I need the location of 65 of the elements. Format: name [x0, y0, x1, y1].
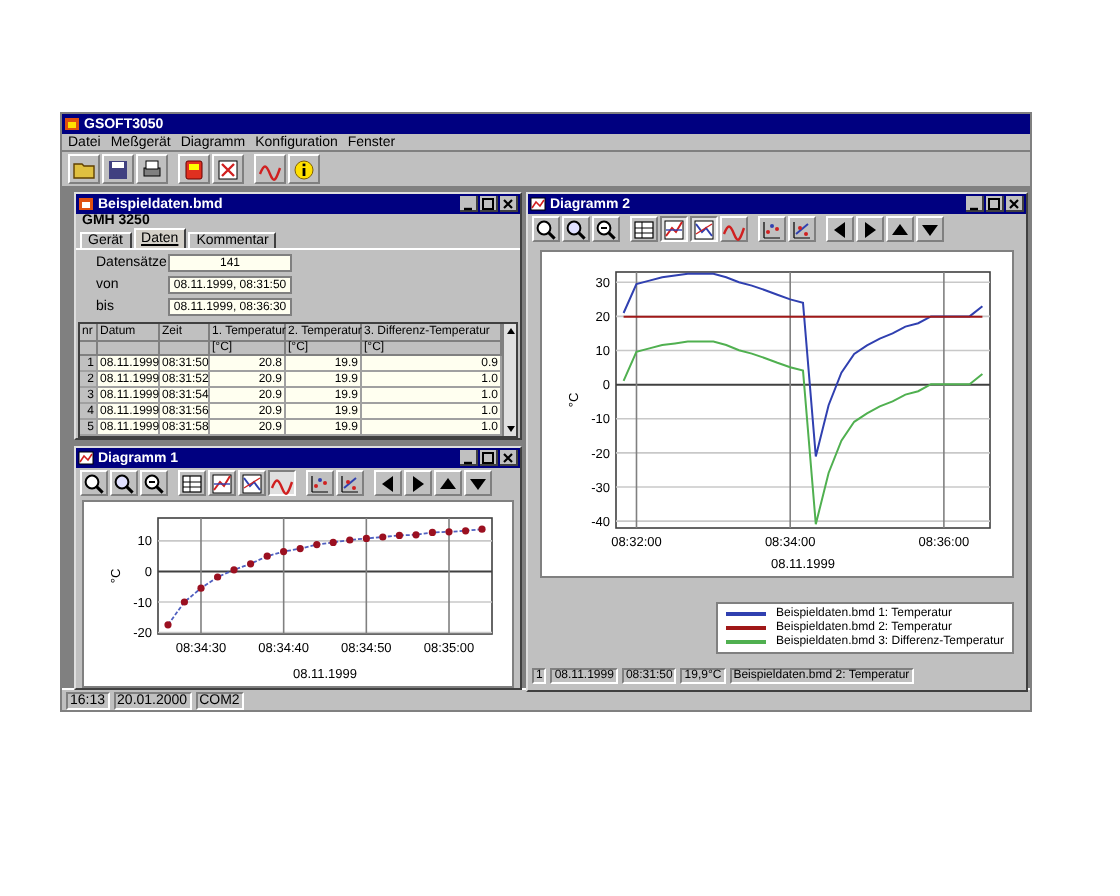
- data-point: [279, 548, 287, 556]
- chart-icon: [210, 471, 234, 495]
- window-icon: [530, 196, 546, 212]
- minimize-button[interactable]: [966, 196, 984, 212]
- magnifier-icon: [594, 217, 618, 241]
- data-point: [213, 573, 221, 581]
- minimize-button[interactable]: [460, 450, 478, 466]
- magnifier-icon: [142, 471, 166, 495]
- toolbar-button[interactable]: [660, 216, 688, 242]
- data-point: [345, 536, 353, 544]
- printer-icon: [140, 157, 164, 181]
- data-point: [427, 528, 435, 536]
- info-icon: [292, 157, 316, 181]
- maximize-button[interactable]: [480, 196, 498, 212]
- data-point: [361, 534, 369, 542]
- scatter-icon: [760, 217, 784, 241]
- data-point: [196, 584, 204, 592]
- chart-icon: [692, 217, 716, 241]
- maximize-icon: [986, 195, 1002, 211]
- close-button[interactable]: [1006, 196, 1024, 212]
- data-point: [477, 525, 485, 533]
- maximize-button[interactable]: [986, 196, 1004, 212]
- close-button[interactable]: [500, 196, 518, 212]
- chart-cross-icon: [216, 157, 240, 181]
- data-point: [312, 541, 320, 549]
- data-point: [295, 545, 303, 553]
- data-point: [394, 531, 402, 539]
- data-point: [411, 531, 419, 539]
- data-point: [444, 528, 452, 536]
- scatter-icon: [790, 217, 814, 241]
- data-point: [378, 533, 386, 541]
- folder-icon: [72, 157, 96, 181]
- close-icon: [500, 449, 516, 465]
- data-point: [229, 566, 237, 574]
- maximize-icon: [480, 449, 496, 465]
- data-point: [163, 621, 171, 629]
- close-icon: [500, 195, 516, 211]
- table-icon: [180, 471, 204, 495]
- magnifier-icon: [534, 217, 558, 241]
- magnifier-icon: [564, 217, 588, 241]
- data-point: [179, 598, 187, 606]
- chart-icon: [662, 217, 686, 241]
- maximize-button[interactable]: [480, 450, 498, 466]
- up-arrow-icon: [504, 324, 518, 338]
- close-button[interactable]: [500, 450, 518, 466]
- scatter-icon: [338, 471, 362, 495]
- data-point: [246, 560, 254, 568]
- device-icon: [182, 157, 206, 181]
- chart-icon: [240, 471, 264, 495]
- window-icon: [78, 450, 94, 466]
- minimize-button[interactable]: [460, 196, 478, 212]
- scatter-icon: [308, 471, 332, 495]
- magnifier-icon: [82, 471, 106, 495]
- scrollbar[interactable]: [502, 324, 516, 436]
- magnifier-icon: [112, 471, 136, 495]
- data-point: [461, 527, 469, 535]
- app-icon: [64, 116, 80, 132]
- table-icon: [632, 217, 656, 241]
- window-icon: [78, 196, 94, 212]
- toolbar-button[interactable]: [690, 216, 718, 242]
- data-point: [262, 552, 270, 560]
- data-point: [328, 538, 336, 546]
- maximize-icon: [480, 195, 496, 211]
- down-arrow-icon: [504, 422, 518, 436]
- close-icon: [1006, 195, 1022, 211]
